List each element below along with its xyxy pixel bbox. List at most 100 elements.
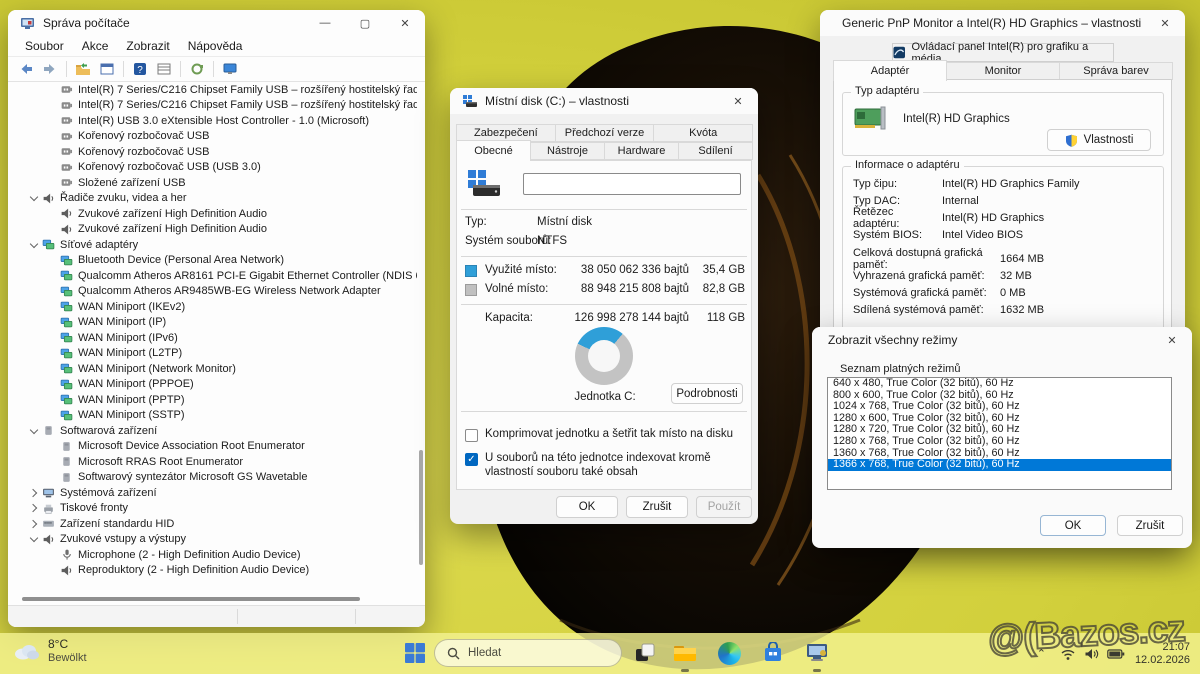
microsoft-store-button[interactable]	[756, 636, 790, 670]
tree-item[interactable]: Qualcomm Atheros AR8161 PCI-E Gigabit Et…	[8, 268, 417, 284]
tree-item[interactable]: WAN Miniport (PPTP)	[8, 392, 417, 408]
tree-item[interactable]: Kořenový rozbočovač USB	[8, 144, 417, 160]
edge-browser-button[interactable]	[712, 636, 746, 670]
tree-item[interactable]: Systémová zařízení	[8, 485, 417, 501]
title-bar[interactable]: Místní disk (C:) – vlastnosti ✕	[450, 88, 758, 114]
maximize-button[interactable]: ▢	[345, 10, 385, 36]
close-button[interactable]: ✕	[718, 88, 758, 114]
mode-item[interactable]: 640 x 480, True Color (32 bitů), 60 Hz	[828, 378, 1171, 390]
tree-item[interactable]: Kořenový rozbočovač USB (USB 3.0)	[8, 160, 417, 176]
weather-widget[interactable]: 8°C Bewölkt	[12, 637, 87, 665]
menu-item[interactable]: Soubor	[16, 39, 73, 53]
close-button[interactable]: ✕	[1145, 10, 1185, 36]
details-button[interactable]: Podrobnosti	[671, 383, 743, 404]
chevron-icon[interactable]	[28, 533, 42, 545]
forward-icon[interactable]	[40, 60, 60, 78]
tree-item[interactable]: Síťové adaptéry	[8, 237, 417, 253]
monitor-icon[interactable]	[220, 60, 240, 78]
tree-item[interactable]: Microphone (2 - High Definition Audio De…	[8, 547, 417, 563]
tab[interactable]: Správa barev	[1059, 62, 1173, 80]
tree-item[interactable]: Intel(R) USB 3.0 eXtensible Host Control…	[8, 113, 417, 129]
tree-item[interactable]: WAN Miniport (IKEv2)	[8, 299, 417, 315]
menu-item[interactable]: Zobrazit	[117, 39, 178, 53]
tree-item[interactable]: Softwarový syntezátor Microsoft GS Wavet…	[8, 470, 417, 486]
tree-item[interactable]: WAN Miniport (L2TP)	[8, 346, 417, 362]
modes-listbox[interactable]: 640 x 480, True Color (32 bitů), 60 Hz80…	[827, 377, 1172, 490]
properties-icon[interactable]	[97, 60, 117, 78]
menu-item[interactable]: Nápověda	[179, 39, 252, 53]
tree-item[interactable]: Intel(R) 7 Series/C216 Chipset Family US…	[8, 82, 417, 98]
start-button[interactable]	[398, 636, 432, 670]
title-bar[interactable]: Správa počítače — ▢ ✕	[8, 10, 425, 36]
chevron-icon[interactable]	[28, 518, 42, 530]
tree-item[interactable]: WAN Miniport (Network Monitor)	[8, 361, 417, 377]
tree-item[interactable]: Řadiče zvuku, videa a her	[8, 191, 417, 207]
tray-overflow-chevron-icon[interactable]: ⌃	[1037, 647, 1046, 660]
tab[interactable]: Kvóta	[653, 124, 753, 142]
apply-button[interactable]: Použít	[696, 496, 752, 518]
chevron-icon[interactable]	[28, 192, 42, 204]
refresh-icon[interactable]	[187, 60, 207, 78]
cancel-button[interactable]: Zrušit	[1117, 515, 1183, 536]
tree-item[interactable]: Zvukové zařízení High Definition Audio	[8, 222, 417, 238]
battery-icon[interactable]	[1107, 648, 1125, 660]
tab[interactable]: Obecné	[456, 140, 531, 161]
index-checkbox[interactable]: ✓	[465, 453, 478, 466]
compress-checkbox[interactable]	[465, 429, 478, 442]
tree-item[interactable]: Microsoft RRAS Root Enumerator	[8, 454, 417, 470]
tab[interactable]: Hardware	[604, 142, 679, 160]
tree-item[interactable]: Microsoft Device Association Root Enumer…	[8, 439, 417, 455]
mode-item[interactable]: 1366 x 768, True Color (32 bitů), 60 Hz	[828, 459, 1171, 471]
help-icon[interactable]: ?	[130, 60, 150, 78]
tab[interactable]: Předchozí verze	[555, 124, 655, 142]
volume-icon[interactable]	[1084, 647, 1099, 661]
tree-item[interactable]: Intel(R) 7 Series/C216 Chipset Family US…	[8, 98, 417, 114]
tree-item[interactable]: Zařízení standardu HID	[8, 516, 417, 532]
export-list-icon[interactable]	[154, 60, 174, 78]
minimize-button[interactable]: —	[305, 10, 345, 36]
title-bar[interactable]: Generic PnP Monitor a Intel(R) HD Graphi…	[820, 10, 1185, 36]
tree-item[interactable]: Zvukové vstupy a výstupy	[8, 532, 417, 548]
task-view-button[interactable]	[628, 636, 662, 670]
search-input[interactable]	[468, 647, 598, 659]
tree-item[interactable]: Kořenový rozbočovač USB	[8, 129, 417, 145]
tab[interactable]: Sdílení	[678, 142, 753, 160]
tab[interactable]: Adaptér	[833, 60, 947, 81]
ok-button[interactable]: OK	[1040, 515, 1106, 536]
adapter-properties-button[interactable]: Vlastnosti	[1047, 129, 1151, 151]
tab[interactable]: Monitor	[946, 62, 1060, 80]
tree-item[interactable]: WAN Miniport (SSTP)	[8, 408, 417, 424]
tree-item[interactable]: WAN Miniport (IP)	[8, 315, 417, 331]
file-explorer-button[interactable]	[668, 636, 702, 670]
cancel-button[interactable]: Zrušit	[626, 496, 688, 518]
ok-button[interactable]: OK	[556, 496, 618, 518]
taskbar-search[interactable]	[434, 639, 622, 667]
tree-item[interactable]: Zvukové zařízení High Definition Audio	[8, 206, 417, 222]
tree-item[interactable]: Reproduktory (2 - High Definition Audio …	[8, 563, 417, 579]
horizontal-scrollbar[interactable]	[22, 597, 360, 601]
taskbar-clock[interactable]: 21:07 12.02.2026	[1135, 641, 1190, 667]
close-button[interactable]: ✕	[385, 10, 425, 36]
tree-item[interactable]: Bluetooth Device (Personal Area Network)	[8, 253, 417, 269]
tree-item[interactable]: WAN Miniport (IPv6)	[8, 330, 417, 346]
close-button[interactable]: ✕	[1152, 327, 1192, 353]
tree-item[interactable]: Softwarová zařízení	[8, 423, 417, 439]
volume-label-input[interactable]	[523, 173, 741, 195]
tree-item[interactable]: Qualcomm Atheros AR9485WB-EG Wireless Ne…	[8, 284, 417, 300]
tree-item[interactable]: WAN Miniport (PPPOE)	[8, 377, 417, 393]
chevron-icon[interactable]	[28, 502, 42, 514]
vertical-scrollbar[interactable]	[419, 450, 423, 565]
back-icon[interactable]	[16, 60, 36, 78]
device-manager-app-button[interactable]	[800, 636, 834, 670]
mode-item[interactable]: 1280 x 768, True Color (32 bitů), 60 Hz	[828, 436, 1171, 448]
chevron-icon[interactable]	[28, 425, 42, 437]
chevron-icon[interactable]	[28, 239, 42, 251]
menu-item[interactable]: Akce	[73, 39, 118, 53]
wifi-icon[interactable]	[1060, 647, 1076, 661]
console-tree-icon[interactable]	[73, 60, 93, 78]
chevron-icon[interactable]	[28, 487, 42, 499]
tab[interactable]: Nástroje	[530, 142, 605, 160]
tree-item[interactable]: Složené zařízení USB	[8, 175, 417, 191]
tree-item[interactable]: Tiskové fronty	[8, 501, 417, 517]
title-bar[interactable]: Zobrazit všechny režimy ✕	[812, 327, 1192, 353]
